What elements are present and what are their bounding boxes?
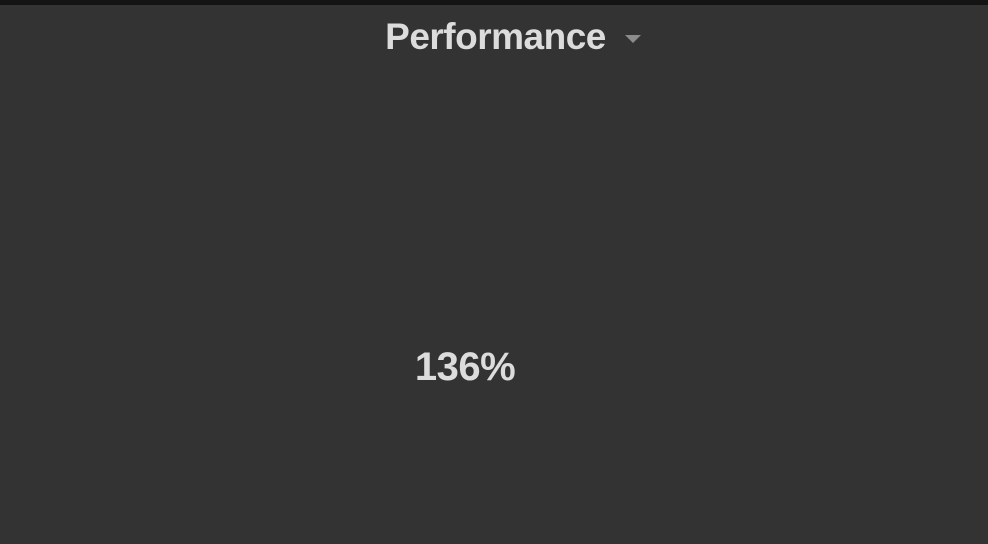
chevron-down-icon [624,35,641,43]
panel-title: Performance [385,16,606,57]
panel-header: Performance [0,15,988,59]
performance-panel: Performance 136% [0,0,988,544]
panel-title-menu-button[interactable]: Performance [347,15,641,59]
stat-value: 136% [414,345,516,389]
